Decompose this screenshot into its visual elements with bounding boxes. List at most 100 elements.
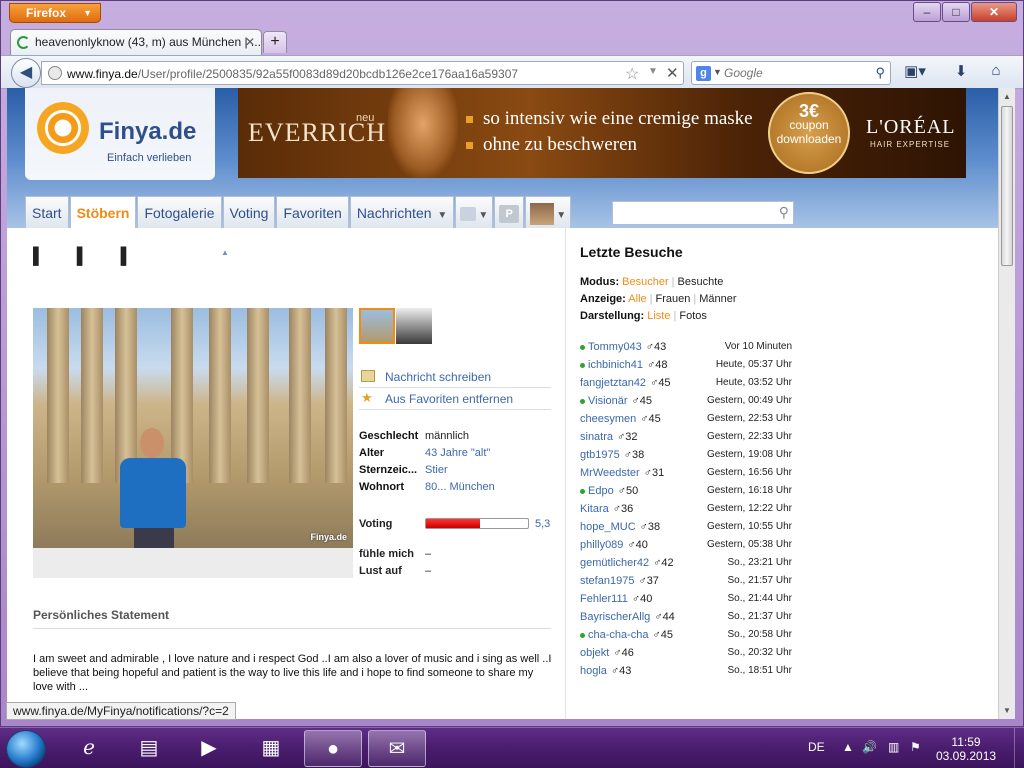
visits-options: Modus: Besucher | Besuchte Anzeige: Alle | F… xyxy=(580,276,737,327)
visitor-name-link[interactable]: objekt xyxy=(580,644,609,662)
remove-favorite-link[interactable]: ★ Aus Favoriten entfernen xyxy=(359,388,551,410)
ad-sponsor-sub: HAIR EXPERTISE xyxy=(870,140,951,149)
address-bar[interactable]: www.finya.de/User/profile/2500835/92a55f… xyxy=(41,61,684,85)
anzeige-label: Anzeige: xyxy=(580,293,626,305)
menu-start[interactable]: Start xyxy=(25,196,69,228)
visitor-name-link[interactable]: Kitara xyxy=(580,500,609,518)
voting-value[interactable]: 5,3 xyxy=(535,518,550,530)
visitor-name-link[interactable]: cha-cha-cha xyxy=(580,626,649,644)
visitor-name-link[interactable]: hope_MUC xyxy=(580,518,636,536)
tab-title: heavenonlyknow (43, m) aus München | ... xyxy=(35,35,261,49)
photo-thumbnail-1[interactable] xyxy=(359,308,395,344)
darstellung-fotos[interactable]: Fotos xyxy=(679,310,707,322)
back-button[interactable]: ◀ xyxy=(11,58,41,88)
language-indicator[interactable]: DE xyxy=(808,740,825,754)
file-explorer-icon[interactable]: ▤ xyxy=(120,730,178,767)
stop-icon[interactable]: ✕ xyxy=(666,64,679,82)
search-icon[interactable]: ⚲ xyxy=(779,204,789,221)
menu-favoriten[interactable]: Favoriten xyxy=(276,196,349,228)
show-desktop-button[interactable] xyxy=(1014,728,1024,768)
page-scrollbar[interactable]: ▲ ▼ xyxy=(998,88,1015,719)
bookmark-star-icon[interactable]: ☆ xyxy=(625,64,639,84)
site-search-input[interactable]: ⚲ xyxy=(612,201,794,225)
scrollbar-thumb[interactable] xyxy=(1001,106,1013,266)
visit-time: Gestern, 00:49 Uhr xyxy=(706,395,792,406)
menu-more[interactable]: ▼ xyxy=(455,196,494,228)
start-button[interactable] xyxy=(6,730,46,768)
action-center-flag-icon[interactable]: ⚑ xyxy=(910,740,921,754)
site-identity-icon[interactable] xyxy=(48,66,62,80)
menu-voting[interactable]: Voting xyxy=(222,196,276,228)
visitor-name-link[interactable]: gtb1975 xyxy=(580,446,620,464)
firefox-task-icon[interactable]: ● xyxy=(304,730,362,767)
tray-expand-icon[interactable]: ▲ xyxy=(842,740,854,754)
volume-icon[interactable]: 🔊 xyxy=(862,740,877,754)
browser-tab[interactable]: heavenonlyknow (43, m) aus München | ...… xyxy=(10,29,262,55)
history-dropdown-icon[interactable]: ▼ xyxy=(648,66,658,77)
scroll-down-icon[interactable]: ▼ xyxy=(1003,706,1011,715)
visitor-name-link[interactable]: Fehler111 xyxy=(580,590,628,608)
home-icon[interactable]: ⌂ xyxy=(984,62,1008,84)
firefox-menu-button[interactable]: Firefox ▼ xyxy=(9,3,101,23)
menu-premium[interactable]: P xyxy=(494,196,525,228)
menu-stoebern[interactable]: Stöbern xyxy=(69,196,137,228)
fact-value-link[interactable]: 80... München xyxy=(425,481,495,498)
visitor-name-link[interactable]: stefan1975 xyxy=(580,572,634,590)
clock[interactable]: 11:59 03.09.2013 xyxy=(936,735,996,763)
media-player-icon[interactable]: ▶ xyxy=(180,730,238,767)
visitor-name-link[interactable]: ichbinich41 xyxy=(580,356,643,374)
visitor-name-link[interactable]: Visionär xyxy=(580,392,628,410)
menu-nachrichten[interactable]: Nachrichten ▼ xyxy=(349,196,455,228)
fact-row: Alter 43 Jahre "alt" xyxy=(359,447,555,464)
web-search-box[interactable]: g ▼ ⚲ xyxy=(691,61,891,85)
downloads-icon[interactable]: ⬇ xyxy=(949,62,973,84)
fact-value-link[interactable]: 43 Jahre "alt" xyxy=(425,447,490,464)
visitor-name-link[interactable]: MrWeedster xyxy=(580,464,640,482)
menu-account[interactable]: ▼ xyxy=(525,196,572,228)
visitor-age: ♂45 xyxy=(640,413,661,425)
close-tab-icon[interactable]: ✕ xyxy=(245,35,255,49)
site-logo[interactable]: Finya.de Einfach verlieben xyxy=(25,88,215,180)
visitor-name-link[interactable]: gemütlicher42 xyxy=(580,554,649,572)
advertisement-banner[interactable]: EVERRICH neu so intensiv wie eine cremig… xyxy=(238,88,966,178)
anzeige-alle[interactable]: Alle xyxy=(628,293,646,305)
visitor-name-link[interactable]: philly089 xyxy=(580,536,623,554)
profile-photo[interactable]: Finya.de xyxy=(33,308,353,548)
modus-besuchte[interactable]: Besuchte xyxy=(678,276,724,288)
chevron-down-icon: ▼ xyxy=(556,210,567,221)
fact-value-link[interactable]: Stier xyxy=(425,464,448,481)
visitor-name-link[interactable]: Tommy043 xyxy=(580,338,642,356)
visitor-name-link[interactable]: BayrischerAllg xyxy=(580,608,650,626)
visitor-name-link[interactable]: fangjetztan42 xyxy=(580,374,646,392)
photo-thumbnail-2[interactable] xyxy=(396,308,432,344)
search-icon[interactable]: ⚲ xyxy=(875,65,885,81)
visitor-name-link[interactable]: sinatra xyxy=(580,428,613,446)
network-icon[interactable]: ▥ xyxy=(888,740,899,754)
maximize-button[interactable]: □ xyxy=(942,2,970,22)
new-tab-button[interactable]: + xyxy=(263,31,287,53)
anzeige-frauen[interactable]: Frauen xyxy=(656,293,691,305)
menu-fotogalerie[interactable]: Fotogalerie xyxy=(137,196,222,228)
visitor-name-link[interactable]: cheesymen xyxy=(580,410,636,428)
logo-tagline: Einfach verlieben xyxy=(107,152,192,164)
web-search-input[interactable] xyxy=(724,64,864,82)
control-panel-icon[interactable]: ▦ xyxy=(242,730,300,767)
engine-dropdown-icon[interactable]: ▼ xyxy=(713,67,722,77)
title-bar: Firefox ▼ – □ ✕ xyxy=(1,1,1023,27)
write-message-link[interactable]: Nachricht schreiben xyxy=(359,366,551,388)
visitor-name-link[interactable]: Edpo xyxy=(580,482,614,500)
ad-coupon-button[interactable]: 3€ coupon downloaden xyxy=(768,92,850,174)
close-window-button[interactable]: ✕ xyxy=(971,2,1017,22)
envelope-icon xyxy=(361,370,375,382)
darstellung-liste[interactable]: Liste xyxy=(647,310,670,322)
modus-besucher[interactable]: Besucher xyxy=(622,276,668,288)
caret-up-icon[interactable]: ▲ xyxy=(221,248,229,257)
anzeige-maenner[interactable]: Männer xyxy=(699,293,736,305)
internet-explorer-icon[interactable]: ℯ xyxy=(60,730,118,767)
visitor-name-link[interactable]: hogla xyxy=(580,662,607,680)
bookmarks-menu-icon[interactable]: ▣▾ xyxy=(903,62,927,84)
outlook-task-icon[interactable]: ✉ xyxy=(368,730,426,767)
google-icon[interactable]: g xyxy=(696,66,711,81)
minimize-button[interactable]: – xyxy=(913,2,941,22)
scroll-up-icon[interactable]: ▲ xyxy=(1003,92,1011,101)
